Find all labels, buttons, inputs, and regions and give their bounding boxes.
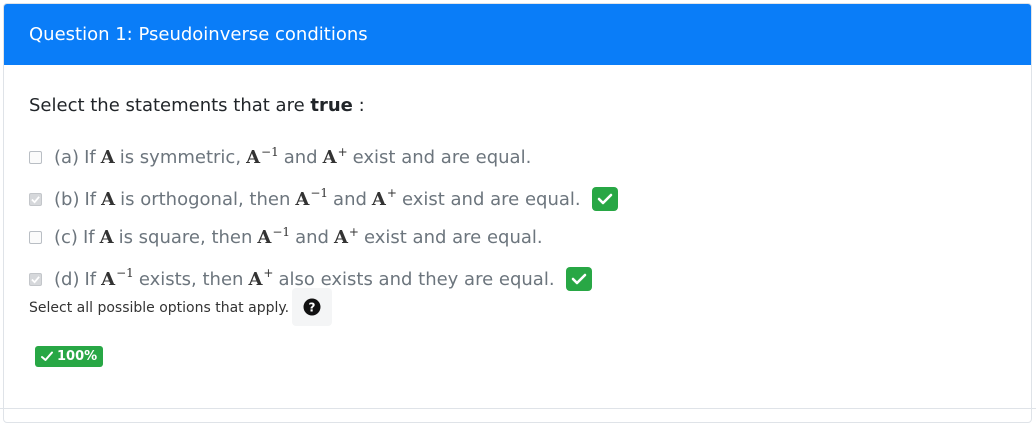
option-d-math-A-plus: A [248, 268, 263, 290]
option-b-text-if: If [84, 188, 97, 210]
option-a-text-if: If [84, 147, 96, 168]
score-badge: 100% [35, 346, 104, 367]
option-a-plus-sup: + [337, 144, 348, 159]
option-b-text-1: is orthogonal, then [120, 188, 291, 210]
question-card: Question 1: Pseudoinverse conditions Sel… [3, 3, 1032, 423]
prompt-suffix: : [352, 95, 365, 116]
option-d-checkbox[interactable] [29, 272, 42, 286]
option-a-math-A-plus: A [322, 147, 337, 168]
option-b-math-A: A [101, 188, 116, 210]
option-b-text-end: exist and are equal. [401, 188, 581, 210]
option-d-text-1: exists, then [138, 268, 244, 290]
helper-text: Select all possible options that apply. [29, 300, 290, 316]
option-b[interactable]: (b) If A is orthogonal, then A −1 and A + … [29, 186, 618, 211]
correct-check-icon [565, 267, 592, 291]
option-b-inv-sup: −1 [310, 186, 329, 200]
option-c-math-A: A [99, 227, 114, 248]
check-icon [41, 351, 53, 361]
option-c-text-1: is square, then [118, 227, 253, 248]
option-a-text-1: is symmetric, [119, 147, 242, 168]
option-b-math-A-plus: A [371, 188, 386, 210]
option-c[interactable]: (c) If A is square, then A −1 and A + exis… [29, 224, 548, 248]
option-c-text-end: exist and are equal. [363, 227, 543, 248]
option-a-text-end: exist and are equal. [352, 147, 532, 168]
correct-check-icon [591, 187, 618, 211]
option-c-inv-sup: −1 [272, 224, 291, 239]
option-d-label: (d) [54, 268, 80, 290]
svg-text:?: ? [309, 301, 316, 315]
option-c-math-A-inv: A [257, 227, 272, 248]
option-a-math-A: A [100, 147, 115, 168]
option-c-label: (c) [54, 227, 78, 248]
option-a-label: (a) [54, 147, 80, 168]
option-a-checkbox[interactable] [29, 151, 42, 164]
divider [0, 408, 1036, 409]
option-d-math-A-inv: A [101, 268, 116, 290]
option-b-text-and: and [333, 188, 367, 210]
option-b-math-A-inv: A [295, 188, 310, 210]
option-a-inv-sup: −1 [261, 144, 279, 159]
question-header: Question 1: Pseudoinverse conditions [4, 4, 1031, 65]
option-b-plus-sup: + [386, 186, 397, 200]
option-c-plus-sup: + [348, 224, 359, 239]
option-d-inv-sup: −1 [116, 266, 134, 280]
option-d-plus-sup: + [263, 266, 274, 280]
question-title: Question 1: Pseudoinverse conditions [29, 24, 368, 45]
option-a[interactable]: (a) If A is symmetric, A −1 and A + exist … [29, 144, 536, 168]
question-circle-icon: ? [303, 298, 321, 316]
option-a-math-A-inv: A [246, 147, 261, 168]
option-c-math-A-plus: A [333, 227, 348, 248]
score-value: 100% [57, 349, 98, 364]
question-prompt: Select the statements that are true : [29, 95, 365, 116]
option-c-text-if: If [82, 227, 95, 248]
option-d-text-end: also exists and they are equal. [278, 268, 555, 290]
option-c-text-and: and [295, 227, 329, 248]
option-c-checkbox[interactable] [29, 231, 42, 244]
prompt-emphasis: true [310, 95, 353, 116]
option-b-label: (b) [54, 188, 80, 210]
prompt-text: Select the statements that are [29, 95, 311, 116]
option-a-text-and: and [283, 147, 318, 168]
help-button[interactable]: ? [292, 288, 332, 326]
option-d-text-if: If [84, 268, 97, 290]
option-b-checkbox[interactable] [29, 192, 42, 206]
